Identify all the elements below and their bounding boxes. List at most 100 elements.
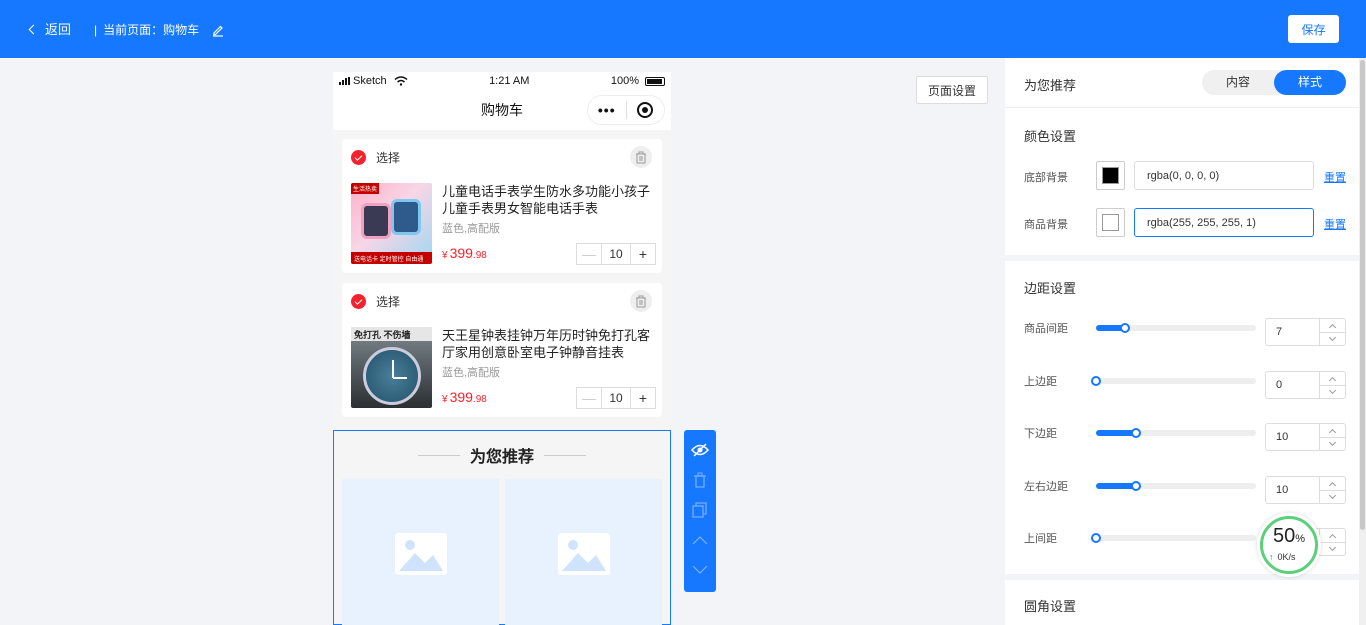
slider-handle[interactable] — [1131, 481, 1141, 491]
edit-icon[interactable] — [211, 23, 225, 37]
product-name[interactable]: 儿童电话手表学生防水多功能小孩子儿童手表男女智能电话手表 — [442, 183, 652, 217]
decrement-button[interactable] — [1320, 332, 1345, 345]
increase-button[interactable]: + — [631, 244, 655, 264]
check-icon[interactable] — [351, 150, 366, 165]
tab-style[interactable]: 样式 — [1274, 70, 1346, 95]
quantity-stepper: — 10 + — [576, 387, 656, 409]
product-spec: 蓝色,高配版 — [442, 223, 501, 235]
color-value-input[interactable] — [1134, 208, 1314, 237]
hide-button[interactable] — [690, 440, 710, 460]
increment-button[interactable] — [1320, 319, 1345, 332]
save-button[interactable]: 保存 — [1288, 15, 1339, 43]
signal-icon — [339, 77, 350, 85]
decrement-button[interactable] — [1320, 490, 1345, 503]
margin-row-label: 商品间距 — [1024, 323, 1068, 335]
recommend-card[interactable] — [342, 479, 499, 625]
margin-value: 7 — [1276, 326, 1283, 338]
more-icon[interactable]: ••• — [588, 102, 626, 118]
increment-button[interactable] — [1320, 529, 1345, 542]
radius-section-title: 圆角设置 — [1024, 599, 1077, 614]
margin-value: 10 — [1276, 484, 1289, 496]
delete-button[interactable] — [630, 290, 652, 312]
slider-handle[interactable] — [1091, 376, 1101, 386]
margin-slider[interactable] — [1096, 428, 1256, 438]
thumb-tag: 生活热卖 — [351, 183, 380, 194]
phone-nav-title: 购物车 — [481, 102, 523, 118]
panel-scrollbar[interactable] — [1359, 58, 1366, 625]
page-settings-button[interactable]: 页面设置 — [916, 76, 988, 104]
decrement-button[interactable] — [1320, 385, 1345, 398]
eye-off-icon — [691, 443, 709, 457]
trash-icon — [636, 295, 646, 307]
trash-icon — [636, 151, 646, 163]
decrement-button[interactable] — [1320, 542, 1345, 555]
increase-button[interactable]: + — [631, 388, 655, 408]
quantity-stepper: — 10 + — [576, 243, 656, 265]
cart-item: 选择 生活热卖 送电话卡 定时管控 自由通话 儿童电话手表学生防水多功能小孩子儿… — [342, 139, 662, 273]
margin-number-input[interactable]: 0 — [1265, 371, 1346, 399]
quantity-value[interactable]: 10 — [601, 388, 631, 408]
section-divider — [1005, 574, 1359, 580]
battery-percent: 100% — [610, 75, 639, 87]
increment-button[interactable] — [1320, 372, 1345, 385]
product-price: ¥399.98 — [442, 389, 487, 405]
check-icon[interactable] — [351, 294, 366, 309]
delete-button[interactable] — [630, 146, 652, 168]
network-speed-widget[interactable]: 50% ↑ 0K/s — [1257, 513, 1321, 577]
slider-handle[interactable] — [1091, 533, 1101, 543]
speed-rate: ↑ 0K/s — [1269, 552, 1296, 562]
thumb-footer: 送电话卡 定时管控 自由通话 — [351, 252, 432, 264]
product-name[interactable]: 天王星钟表挂钟万年历时钟免打孔客厅家用创意卧室电子钟静音挂表 — [442, 327, 652, 361]
reset-link[interactable]: 重置 — [1324, 216, 1346, 232]
quantity-value[interactable]: 10 — [601, 244, 631, 264]
increment-button[interactable] — [1320, 424, 1345, 437]
margin-number-input[interactable]: 10 — [1265, 423, 1346, 451]
margin-value: 0 — [1276, 379, 1283, 391]
product-image[interactable]: 免打孔 不伤墙 — [351, 327, 432, 408]
color-row-label: 商品背景 — [1024, 219, 1068, 231]
current-page-label: 当前页面：购物车 — [103, 23, 200, 37]
section-divider — [1005, 255, 1359, 261]
recommend-card[interactable] — [505, 479, 662, 625]
recommend-block[interactable]: 为您推荐 — [333, 430, 671, 625]
margin-slider[interactable] — [1091, 376, 1256, 386]
decrease-button[interactable]: — — [577, 388, 601, 408]
margin-slider[interactable] — [1096, 481, 1256, 491]
copy-icon — [692, 502, 707, 518]
product-image[interactable]: 生活热卖 送电话卡 定时管控 自由通话 — [351, 183, 432, 264]
panel-header: 为您推荐 内容 样式 — [1005, 58, 1359, 108]
color-swatch[interactable] — [1096, 208, 1125, 237]
color-value-input[interactable] — [1134, 161, 1314, 190]
margin-slider[interactable] — [1096, 323, 1256, 333]
reset-link[interactable]: 重置 — [1324, 169, 1346, 185]
margin-number-input[interactable]: 10 — [1265, 476, 1346, 504]
delete-component-button[interactable] — [690, 470, 710, 490]
current-page: | 当前页面：购物车 — [94, 21, 225, 38]
margin-slider[interactable] — [1091, 533, 1256, 543]
select-row[interactable]: 选择 — [351, 149, 400, 166]
tab-content[interactable]: 内容 — [1202, 70, 1274, 95]
phone-preview: Sketch 1:21 AM 100% 购物车 ••• 选择 生活热卖 送电话卡… — [333, 72, 671, 625]
status-bar: Sketch 1:21 AM 100% — [333, 72, 671, 90]
product-price: ¥399.98 — [442, 245, 487, 261]
margin-number-input[interactable]: 7 — [1265, 318, 1346, 346]
recommend-title: 为您推荐 — [334, 443, 670, 467]
copy-component-button[interactable] — [690, 500, 710, 520]
slider-handle[interactable] — [1119, 323, 1130, 333]
close-target-icon[interactable] — [626, 102, 664, 118]
move-up-button[interactable] — [690, 530, 710, 550]
decrease-button[interactable]: — — [577, 244, 601, 264]
separator: | — [94, 22, 98, 37]
decrement-button[interactable] — [1320, 437, 1345, 450]
back-button[interactable]: 返回 — [28, 19, 71, 38]
carrier: Sketch — [353, 75, 387, 87]
slider-handle[interactable] — [1131, 428, 1141, 438]
image-placeholder-icon — [557, 533, 610, 575]
margin-row-label: 上间距 — [1024, 533, 1057, 545]
color-swatch[interactable] — [1096, 161, 1125, 190]
move-down-button[interactable] — [690, 560, 710, 580]
increment-button[interactable] — [1320, 477, 1345, 490]
mini-program-capsule[interactable]: ••• — [587, 95, 665, 125]
select-row[interactable]: 选择 — [351, 293, 400, 310]
margin-row-label: 下边距 — [1024, 428, 1057, 440]
